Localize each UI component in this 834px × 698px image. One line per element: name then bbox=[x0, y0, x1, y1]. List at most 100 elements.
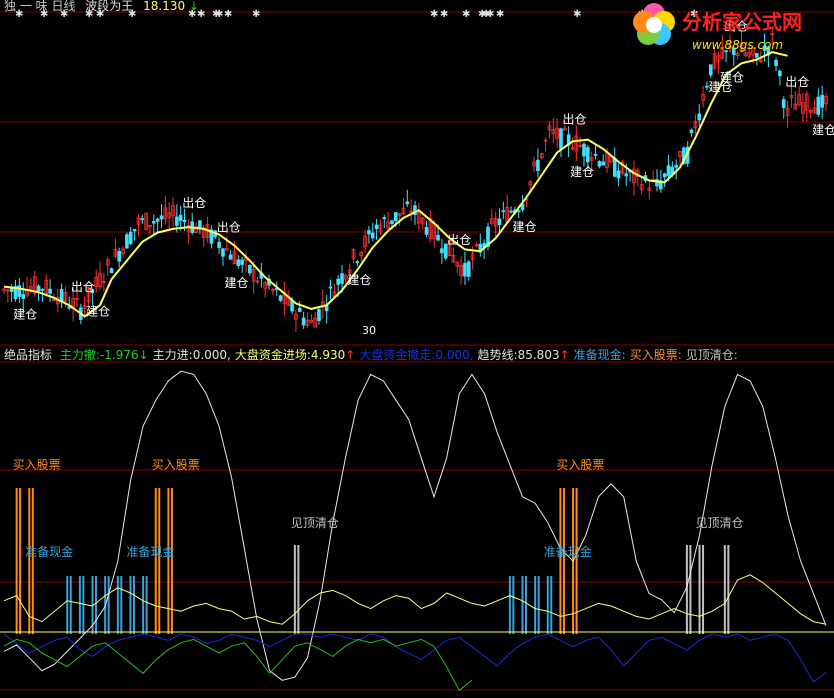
entry-signal-label: 建仓 bbox=[513, 220, 537, 234]
site-logo: 分析家公式网 www.88gs.com bbox=[633, 3, 802, 52]
candle-body bbox=[140, 218, 145, 220]
candlestick-series bbox=[2, 28, 828, 332]
sub-header-value: 0.000, bbox=[435, 348, 474, 362]
candle-body bbox=[586, 147, 590, 163]
candle-body bbox=[125, 234, 129, 249]
candle-body bbox=[616, 170, 621, 179]
candle-body bbox=[221, 248, 225, 257]
sub-header-label: 见顶清仓: bbox=[685, 348, 738, 362]
buy-signal-bar bbox=[559, 488, 562, 634]
logo-title: 分析家公式网 bbox=[682, 10, 802, 34]
sub-header-item: 主力撤:-1.976↓ bbox=[60, 348, 149, 362]
candle-body bbox=[820, 94, 824, 108]
top-signal-bar bbox=[689, 545, 692, 634]
sub-header-label: 大盘资金进场: bbox=[234, 348, 311, 362]
cash-signal-bar bbox=[145, 576, 148, 634]
candle-body bbox=[36, 285, 41, 292]
candle-body bbox=[781, 99, 786, 108]
cash-signal-bar bbox=[78, 576, 81, 634]
sub-header-arrow: ↑ bbox=[559, 348, 570, 362]
candle-body bbox=[559, 128, 563, 150]
event-marker: ✱ bbox=[462, 9, 470, 20]
flower-icon bbox=[633, 3, 675, 45]
sub-header-value: 4.930 bbox=[310, 348, 346, 362]
top-signal-bar bbox=[702, 545, 705, 634]
sub-header-item: 主力进:0.000, bbox=[153, 348, 231, 362]
candle-body bbox=[497, 218, 502, 226]
candle-body bbox=[463, 262, 467, 277]
candle-body bbox=[155, 218, 160, 222]
buy-signal-bar bbox=[31, 488, 34, 634]
logo-url: www.88gs.com bbox=[692, 38, 783, 52]
candle-body bbox=[374, 224, 379, 229]
indicator-signal-label: 买入股票 bbox=[152, 458, 200, 472]
buy-signal-bar bbox=[19, 488, 22, 634]
candle-body bbox=[324, 305, 329, 312]
candle-body bbox=[336, 278, 340, 285]
candle-body bbox=[778, 70, 782, 77]
candle-body bbox=[109, 268, 114, 274]
sub-header-label: 买入股票: bbox=[629, 348, 682, 362]
cash-signal-bar bbox=[132, 576, 135, 634]
indicator-name: 绝品指标 bbox=[4, 348, 53, 362]
buy-signal-bar bbox=[158, 488, 161, 634]
candle-body bbox=[697, 113, 702, 121]
candle-body bbox=[382, 217, 387, 220]
indicator-lines bbox=[0, 370, 834, 692]
buy-signal-bar bbox=[167, 488, 170, 634]
candle-body bbox=[117, 250, 122, 262]
candle-body bbox=[301, 317, 306, 326]
candle-body bbox=[612, 157, 617, 177]
candle-body bbox=[689, 129, 694, 134]
top-header: 独 一 味 日线 波段为王 18.130 ↓ bbox=[4, 0, 199, 13]
candle-body bbox=[128, 231, 133, 245]
candle-body bbox=[666, 165, 671, 177]
sub-header-arrow: ↓ bbox=[138, 348, 149, 362]
indicator-signal-label: 买入股票 bbox=[13, 458, 61, 472]
candle-body bbox=[48, 288, 52, 294]
buy-signal-bar bbox=[562, 488, 565, 634]
candle-body bbox=[355, 261, 360, 264]
buy-signal-bar bbox=[154, 488, 157, 634]
outflow-green-line bbox=[3, 638, 473, 692]
exit-signal-label: 出仓 bbox=[785, 75, 809, 89]
cash-signal-bar bbox=[95, 576, 98, 634]
candle-body bbox=[175, 216, 179, 226]
cash-signal-bar bbox=[66, 576, 69, 634]
exit-signal-label: 出仓 bbox=[447, 233, 471, 247]
indicator-signal-label: 准备现金 bbox=[544, 544, 592, 559]
candle-body bbox=[248, 264, 252, 274]
candle-body bbox=[516, 210, 521, 213]
ma-line bbox=[3, 51, 788, 318]
candle-body bbox=[582, 143, 586, 157]
entry-signal-label: 建仓 bbox=[86, 305, 110, 319]
exit-signal-label: 出仓 bbox=[71, 280, 95, 294]
candle-body bbox=[152, 221, 156, 224]
cash-signal-bar bbox=[82, 576, 85, 634]
cash-signal-bar bbox=[508, 576, 511, 634]
indicator-signal-label: 准备现金 bbox=[25, 544, 73, 559]
candle-body bbox=[393, 212, 398, 222]
candle-body bbox=[236, 259, 241, 266]
cash-signal-bar bbox=[120, 576, 123, 634]
top-signal-bar bbox=[297, 545, 300, 634]
candle-body bbox=[674, 164, 678, 168]
candle-body bbox=[240, 259, 244, 265]
sub-header-label: 主力进: bbox=[152, 348, 193, 362]
sub-header-item: 见顶清仓: bbox=[686, 348, 738, 362]
cash-signal-bar bbox=[512, 576, 515, 634]
cash-signal-bar bbox=[521, 576, 524, 634]
event-marker: ✱ bbox=[224, 9, 232, 20]
candle-body bbox=[436, 234, 440, 241]
sub-header-item: 买入股票: bbox=[630, 348, 682, 362]
event-marker: ✱ bbox=[496, 9, 504, 20]
cash-signal-bar bbox=[69, 576, 72, 634]
event-marker: ✱ bbox=[573, 9, 581, 20]
entry-signal-label: 建仓 bbox=[224, 276, 248, 290]
sub-header-label: 大盘资金撤走: bbox=[359, 348, 436, 362]
top-signal-bar bbox=[727, 545, 730, 634]
candle-body bbox=[40, 288, 45, 291]
candle-body bbox=[59, 288, 64, 303]
sub-header: 绝品指标 主力撤:-1.976↓ 主力进:0.000, 大盘资金进场:4.930↑ 大… bbox=[4, 348, 738, 362]
cash-signal-bar bbox=[550, 576, 553, 634]
